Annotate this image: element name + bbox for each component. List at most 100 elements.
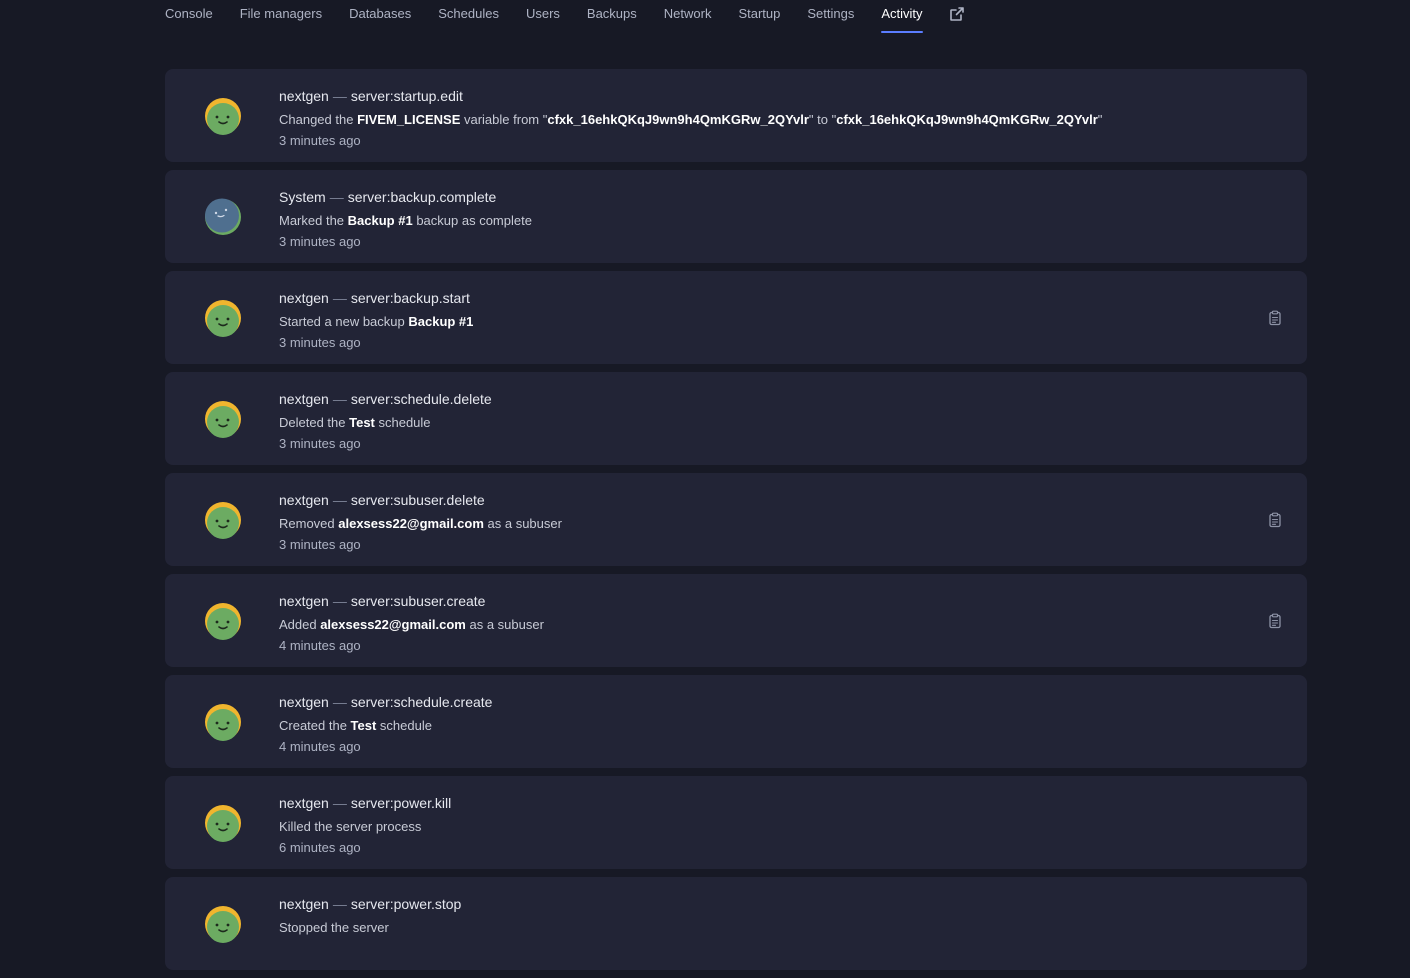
tab-network[interactable]: Network [664,0,712,34]
activity-description: Started a new backup Backup #1 [279,311,473,333]
activity-actor: nextgen [279,391,329,407]
clipboard-icon[interactable] [1267,613,1283,629]
tab-startup[interactable]: Startup [738,0,780,34]
description-text: Removed [279,516,339,531]
user-avatar-icon [205,704,241,741]
user-avatar-icon [205,300,241,337]
activity-actor: nextgen [279,593,329,609]
user-avatar-icon [205,805,241,842]
tab-users[interactable]: Users [526,0,560,34]
activity-text: nextgen — server:startup.edit Changed the F… [279,86,1102,151]
description-text: " to " [808,112,837,127]
activity-description: Stopped the server [279,917,461,939]
activity-description: Changed the FIVEM_LICENSE variable from … [279,109,1102,131]
activity-item: System — server:backup.complete Marked the … [165,170,1307,263]
activity-event: server:startup.edit [350,88,463,104]
activity-item: nextgen — server:subuser.create Added alexs… [165,574,1307,667]
description-text: schedule [374,415,431,430]
activity-text: nextgen — server:subuser.delete Removed ale… [279,490,562,555]
activity-item: nextgen — server:schedule.delete Deleted th… [165,372,1307,465]
activity-header: nextgen — server:schedule.delete [279,389,492,409]
description-highlight: alexsess22@gmail.com [320,617,466,632]
description-text: Stopped the server [279,920,389,935]
separator-dash: — [332,492,347,508]
activity-item: nextgen — server:power.stop Stopped the ser… [165,877,1307,970]
description-highlight: FIVEM_LICENSE [357,112,461,127]
description-text: as a subuser [465,617,544,632]
activity-item: nextgen — server:schedule.create Created th… [165,675,1307,768]
activity-header: nextgen — server:power.stop [279,894,461,914]
activity-actor: System [279,189,326,205]
activity-header: nextgen — server:subuser.delete [279,490,562,510]
user-avatar-icon [205,603,241,640]
description-text: as a subuser [483,516,562,531]
description-text: Deleted the [279,415,350,430]
tab-settings[interactable]: Settings [807,0,854,34]
activity-event: server:schedule.create [350,694,493,710]
external-link-icon[interactable] [949,6,965,22]
description-text: backup as complete [412,213,532,228]
tab-backups[interactable]: Backups [587,0,637,34]
separator-dash: — [332,391,347,407]
activity-text: nextgen — server:schedule.delete Deleted th… [279,389,492,454]
description-text: Killed the server process [279,819,422,834]
clipboard-icon[interactable] [1267,310,1283,326]
description-text: Started a new backup [279,314,409,329]
tab-file-managers[interactable]: File managers [240,0,322,34]
separator-dash: — [332,290,347,306]
activity-text: nextgen — server:power.kill Killed the serv… [279,793,451,858]
description-highlight: Backup #1 [408,314,474,329]
activity-actor: nextgen [279,896,329,912]
tab-schedules[interactable]: Schedules [438,0,499,34]
user-avatar-icon [205,502,241,539]
user-avatar-icon [205,98,241,135]
activity-text: nextgen — server:backup.start Started a new… [279,288,473,353]
separator-dash: — [332,896,347,912]
description-highlight: Test [349,415,375,430]
activity-timestamp: 4 minutes ago [279,638,361,653]
activity-event: server:power.kill [350,795,452,811]
activity-event: server:subuser.create [350,593,486,609]
description-text: schedule [376,718,432,733]
description-text: Created the [279,718,351,733]
activity-timestamp: 6 minutes ago [279,840,361,855]
activity-timestamp [279,939,461,959]
activity-list: nextgen — server:startup.edit Changed the F… [165,69,1307,978]
server-nav: Console File managers Databases Schedules Us… [165,0,965,40]
description-text: variable from " [460,112,548,127]
activity-header: System — server:backup.complete [279,187,532,207]
separator-dash: — [332,593,347,609]
activity-text: nextgen — server:power.stop Stopped the ser… [279,894,461,959]
clipboard-icon[interactable] [1267,512,1283,528]
activity-actor: nextgen [279,88,329,104]
activity-timestamp: 3 minutes ago [279,335,361,350]
activity-timestamp: 3 minutes ago [279,436,361,451]
activity-actor: nextgen [279,290,329,306]
tab-console[interactable]: Console [165,0,213,34]
activity-item: nextgen — server:backup.start Started a new… [165,271,1307,364]
activity-actor: nextgen [279,694,329,710]
description-highlight: Backup #1 [347,213,413,228]
activity-event: server:backup.start [350,290,470,306]
description-text: Added [279,617,321,632]
activity-description: Created the Test schedule [279,715,492,737]
activity-header: nextgen — server:subuser.create [279,591,544,611]
description-highlight: cfxk_16ehkQKqJ9wn9h4QmKGRw_2QYvlr [836,112,1098,127]
description-highlight: alexsess22@gmail.com [338,516,484,531]
activity-description: Marked the Backup #1 backup as complete [279,210,532,232]
activity-text: nextgen — server:schedule.create Created th… [279,692,492,757]
activity-text: nextgen — server:subuser.create Added alexs… [279,591,544,656]
activity-item: nextgen — server:subuser.delete Removed ale… [165,473,1307,566]
activity-header: nextgen — server:power.kill [279,793,451,813]
activity-timestamp: 3 minutes ago [279,234,361,249]
tab-databases[interactable]: Databases [349,0,411,34]
activity-actor: nextgen [279,492,329,508]
description-highlight: cfxk_16ehkQKqJ9wn9h4QmKGRw_2QYvlr [547,112,809,127]
activity-description: Removed alexsess22@gmail.com as a subuse… [279,513,562,535]
activity-event: server:subuser.delete [350,492,485,508]
activity-item: nextgen — server:power.kill Killed the serv… [165,776,1307,869]
activity-description: Killed the server process [279,816,451,838]
tab-activity[interactable]: Activity [881,0,923,34]
description-text: " [1097,112,1103,127]
activity-description: Deleted the Test schedule [279,412,492,434]
